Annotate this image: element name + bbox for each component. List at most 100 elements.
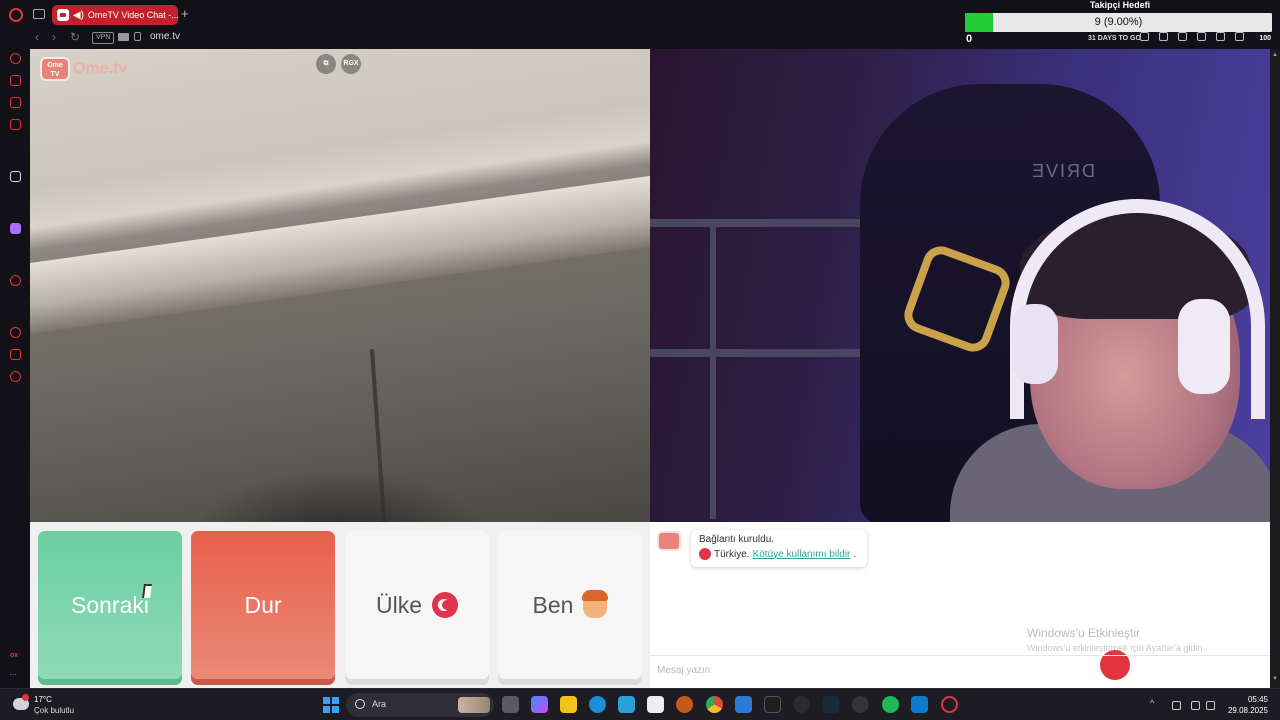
chair-brand-text: DRIVE <box>1030 161 1096 181</box>
chrome-icon[interactable] <box>706 696 723 713</box>
clock-date[interactable]: 29.08.2025 <box>1218 706 1268 715</box>
goal-days: 31 DAYS TO GO <box>1088 35 1141 42</box>
send-icon[interactable] <box>1178 32 1187 41</box>
store-icon[interactable] <box>647 696 664 713</box>
taskbar-search[interactable]: Ara <box>346 693 494 717</box>
copilot-icon[interactable] <box>531 696 548 713</box>
turkey-flag-icon <box>432 592 458 618</box>
rgx-button[interactable]: RGX <box>341 54 361 74</box>
more-icon[interactable]: ··· <box>10 672 17 679</box>
back-icon[interactable]: ‹ <box>35 30 39 44</box>
windows-activation-title: Windows'u Etkinleştir <box>1027 626 1140 640</box>
tray-overflow-icon[interactable]: ^ <box>1150 698 1159 708</box>
report-abuse-link[interactable]: Kötüye kullanımı bildir <box>753 549 851 560</box>
shelf <box>650 349 880 357</box>
stop-label: Dur <box>244 591 282 618</box>
country-button[interactable]: Ülke <box>345 531 489 679</box>
turkey-flag-small-icon <box>699 548 711 560</box>
gog-icon[interactable] <box>793 696 810 713</box>
file-explorer-icon[interactable] <box>560 696 577 713</box>
volume-icon[interactable] <box>1206 701 1215 710</box>
search-highlight-image <box>458 697 490 713</box>
history-icon[interactable] <box>10 327 21 338</box>
workspaces-icon[interactable] <box>33 9 45 19</box>
obs-icon[interactable] <box>852 696 869 713</box>
notification-badge <box>22 694 29 701</box>
video-surface <box>30 168 650 336</box>
me-label: Ben <box>532 591 574 618</box>
follower-goal-overlay: Takipçi Hedefi 9 (9.00%) 0 31 DAYS TO GO… <box>960 0 1280 46</box>
player-icon[interactable] <box>10 275 21 286</box>
extensions-icon[interactable] <box>10 349 21 360</box>
next-button[interactable]: Sonraki <box>38 531 182 679</box>
forward-icon[interactable]: › <box>52 30 56 44</box>
pip-icon[interactable]: ⧉ <box>316 54 336 74</box>
start-icon[interactable] <box>323 697 339 713</box>
country-text: Türkiye. <box>714 548 750 560</box>
camera-icon[interactable] <box>118 33 129 41</box>
ometv-chat-logo-icon <box>657 531 681 551</box>
browser-sidebar: ox ··· <box>0 28 30 688</box>
logo-text: Ome.tv <box>73 60 128 77</box>
ometv-logo[interactable]: Ome TV Ome.tv <box>40 57 127 81</box>
clock-time[interactable]: 05:45 <box>1228 695 1268 704</box>
scroll-up-icon[interactable]: ▲ <box>1272 52 1278 58</box>
microphone-icon[interactable] <box>1172 701 1181 710</box>
country-label: Ülke <box>375 591 422 618</box>
spotify-icon[interactable] <box>882 696 899 713</box>
report-suffix: . <box>853 548 857 560</box>
url-field[interactable]: ome.tv <box>150 31 180 42</box>
search-icon <box>355 699 365 709</box>
headphone-cup-left <box>1012 304 1058 384</box>
message-input[interactable]: Mesaj yazın <box>650 655 1270 688</box>
heart-icon[interactable] <box>1197 32 1206 41</box>
vscode-icon[interactable] <box>911 696 928 713</box>
aria-icon[interactable] <box>10 53 21 64</box>
stop-button[interactable]: Dur <box>191 531 335 679</box>
app-icon[interactable] <box>676 696 693 713</box>
scroll-down-icon[interactable]: ▼ <box>1272 676 1278 682</box>
reload-icon[interactable]: ↻ <box>70 30 80 44</box>
logo-box: Ome TV <box>40 57 70 81</box>
status-text: Bağlantı kuruldu. <box>699 534 775 545</box>
taskbar: 17°C Çok bulutlu Ara ^ 05:45 29.08.2025 <box>0 688 1280 720</box>
system-message: Bağlantı kuruldu. Türkiye. Kötüye kullan… <box>691 530 867 567</box>
settings-icon[interactable] <box>10 371 21 382</box>
messenger-icon[interactable] <box>10 119 21 130</box>
next-label: Sonraki <box>71 591 149 618</box>
goal-progress-text: 9 (9.00%) <box>1094 16 1143 28</box>
ometv-favicon-icon <box>57 9 69 21</box>
translate-icon[interactable] <box>1159 32 1168 41</box>
twitch-store-icon[interactable] <box>10 97 21 108</box>
goal-progress-bar: 9 (9.00%) <box>965 13 1272 32</box>
weather-temp[interactable]: 17°C <box>34 695 52 704</box>
steam-icon[interactable] <box>822 696 839 713</box>
chat-panel: Bağlantı kuruldu. Türkiye. Kötüye kullan… <box>650 522 1270 688</box>
bag-icon[interactable] <box>10 75 21 86</box>
network-icon[interactable] <box>1191 701 1200 710</box>
opera-gx-icon[interactable] <box>941 696 958 713</box>
goal-title: Takipçi Hedefi <box>1089 0 1151 10</box>
epic-games-icon[interactable] <box>764 696 781 713</box>
download-icon[interactable] <box>1235 32 1244 41</box>
tab-title: OmeTV Video Chat -... <box>87 10 178 20</box>
vpn-badge[interactable]: VPN <box>92 32 115 44</box>
speaker-icon[interactable]: ◀) <box>73 10 84 21</box>
ai-icon[interactable] <box>10 171 21 182</box>
extension-icon[interactable] <box>1140 32 1149 41</box>
goal-min: 0 <box>966 33 973 45</box>
pinboard-icon[interactable] <box>1216 32 1225 41</box>
twitch-icon[interactable] <box>10 223 21 234</box>
opera-logo-icon[interactable] <box>9 8 23 22</box>
new-tab-button[interactable]: + <box>181 7 189 21</box>
photos-icon[interactable] <box>735 696 752 713</box>
lock-icon[interactable] <box>134 32 141 41</box>
skype-icon[interactable] <box>618 696 635 713</box>
goal-max: 100 <box>1259 35 1271 42</box>
task-view-icon[interactable] <box>502 696 519 713</box>
weather-condition[interactable]: Çok bulutlu <box>34 706 74 715</box>
page-scrollbar[interactable] <box>1270 49 1280 688</box>
edge-icon[interactable] <box>589 696 606 713</box>
tab-ometv[interactable]: ◀) OmeTV Video Chat -... <box>52 5 178 25</box>
gender-button[interactable]: Ben <box>498 531 642 679</box>
